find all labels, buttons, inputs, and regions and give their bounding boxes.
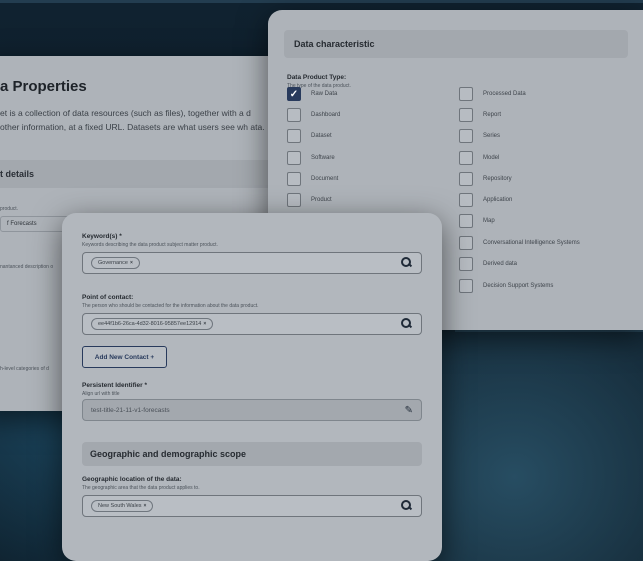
keyword-chip[interactable]: Governance ×	[91, 257, 140, 269]
checkbox-box[interactable]	[459, 129, 473, 143]
checkbox-label: Report	[483, 112, 502, 118]
checkbox-application[interactable]: Application	[459, 192, 512, 208]
close-icon[interactable]: ×	[144, 503, 147, 509]
contact-chip[interactable]: ee44f1b6-26ca-4d32-8016-95857ee12914 ×	[91, 318, 214, 330]
checkbox-conversational-intelligence[interactable]: Conversational Intelligence Systems	[459, 235, 580, 251]
checkbox-box[interactable]	[287, 151, 301, 165]
section-header-details: t details	[0, 160, 280, 188]
keywords-label: Keyword(s) *	[82, 233, 122, 240]
geo-chip[interactable]: New South Wales ×	[91, 500, 154, 512]
metadata-form-panel: Keyword(s) * Keywords describing the dat…	[62, 213, 442, 561]
persistent-id-label: Persistent Identifier *	[82, 382, 148, 389]
checkbox-decision-support[interactable]: Decision Support Systems	[459, 278, 553, 294]
search-icon[interactable]	[401, 500, 413, 512]
checkbox-label: Map	[483, 218, 495, 224]
checkbox-dataset[interactable]: Dataset	[287, 128, 332, 144]
checkbox-box[interactable]	[287, 108, 301, 122]
checkbox-label: Model	[483, 155, 500, 161]
background-light-streak	[455, 330, 643, 332]
geo-input[interactable]: New South Wales ×	[82, 495, 422, 517]
checkbox-label: Repository	[483, 176, 512, 182]
close-icon[interactable]: ×	[130, 260, 133, 266]
checkbox-box[interactable]	[459, 214, 473, 228]
checkbox-label: Derived data	[483, 261, 518, 267]
checkbox-box[interactable]	[459, 108, 473, 122]
keywords-input[interactable]: Governance ×	[82, 252, 422, 274]
checkbox-label: Conversational Intelligence Systems	[483, 240, 580, 246]
persistent-id-field[interactable]: test-title-21-11-v1-forecasts ✎	[82, 399, 422, 421]
persistent-id-value: test-title-21-11-v1-forecasts	[91, 406, 170, 414]
field-hint: h-level categories of d	[0, 366, 49, 372]
checkbox-box[interactable]	[459, 151, 473, 165]
checkbox-map[interactable]: Map	[459, 213, 495, 229]
checkbox-series[interactable]: Series	[459, 128, 500, 144]
geo-sublabel: The geographic area that the data produc…	[82, 485, 200, 491]
product-type-label: Data Product Type:	[287, 74, 347, 81]
chip-label: New South Wales	[98, 503, 142, 509]
checkbox-document[interactable]: Document	[287, 171, 338, 187]
checkbox-processed-data[interactable]: Processed Data	[459, 86, 526, 102]
checkbox-box[interactable]	[287, 172, 301, 186]
persistent-id-sublabel: Align url with title	[82, 391, 120, 397]
checkbox-dashboard[interactable]: Dashboard	[287, 107, 340, 123]
checkbox-box[interactable]	[459, 87, 473, 101]
checkbox-label: Product	[311, 197, 332, 203]
background-light-streak	[0, 0, 643, 3]
checkbox-box[interactable]	[459, 172, 473, 186]
field-hint: product.	[0, 206, 19, 212]
close-icon[interactable]: ×	[203, 321, 206, 327]
checkbox-repository[interactable]: Repository	[459, 171, 512, 187]
checkbox-derived-data[interactable]: Derived data	[459, 256, 517, 272]
checkbox-box[interactable]	[287, 193, 301, 207]
contact-input[interactable]: ee44f1b6-26ca-4d32-8016-95857ee12914 ×	[82, 313, 422, 335]
checkbox-report[interactable]: Report	[459, 107, 501, 123]
checkbox-label: Dataset	[311, 133, 332, 139]
checkbox-box[interactable]	[459, 193, 473, 207]
search-icon[interactable]	[401, 318, 413, 330]
checkbox-label: Dashboard	[311, 112, 341, 118]
checkbox-raw-data[interactable]: ✓ Raw Data	[287, 86, 337, 102]
checkbox-software[interactable]: Software	[287, 150, 335, 166]
checkbox-box[interactable]	[287, 129, 301, 143]
checkbox-label: Application	[483, 197, 513, 203]
keywords-sublabel: Keywords describing the data product sub…	[82, 242, 218, 248]
section-header-data-characteristic: Data characteristic	[284, 30, 628, 58]
pencil-icon[interactable]: ✎	[405, 405, 413, 416]
checkbox-label: Raw Data	[311, 91, 338, 97]
checkbox-label: Document	[311, 176, 339, 182]
field-hint: nantanced description o	[0, 264, 54, 270]
page-title: a Properties	[0, 78, 87, 95]
checkbox-label: Software	[311, 155, 335, 161]
checkbox-box[interactable]	[459, 257, 473, 271]
search-icon[interactable]	[401, 257, 413, 269]
checkbox-label: Decision Support Systems	[483, 283, 554, 289]
checkbox-model[interactable]: Model	[459, 150, 499, 166]
checkbox-box[interactable]	[459, 279, 473, 293]
checkbox-label: Series	[483, 133, 501, 139]
chip-label: Governance	[98, 260, 128, 266]
checkbox-product[interactable]: Product	[287, 192, 332, 208]
page-description: et is a collection of data resources (su…	[0, 108, 265, 132]
contact-sublabel: The person who should be contacted for t…	[82, 303, 259, 309]
checkbox-label: Processed Data	[483, 91, 526, 97]
add-new-contact-button[interactable]: Add New Contact +	[82, 346, 167, 368]
check-icon[interactable]: ✓	[287, 87, 301, 101]
section-header-geographic: Geographic and demographic scope	[82, 442, 422, 466]
contact-label: Point of contact:	[82, 294, 134, 301]
checkbox-box[interactable]	[459, 236, 473, 250]
chip-label: ee44f1b6-26ca-4d32-8016-95857ee12914	[98, 321, 202, 327]
geo-label: Geographic location of the data:	[82, 476, 182, 483]
